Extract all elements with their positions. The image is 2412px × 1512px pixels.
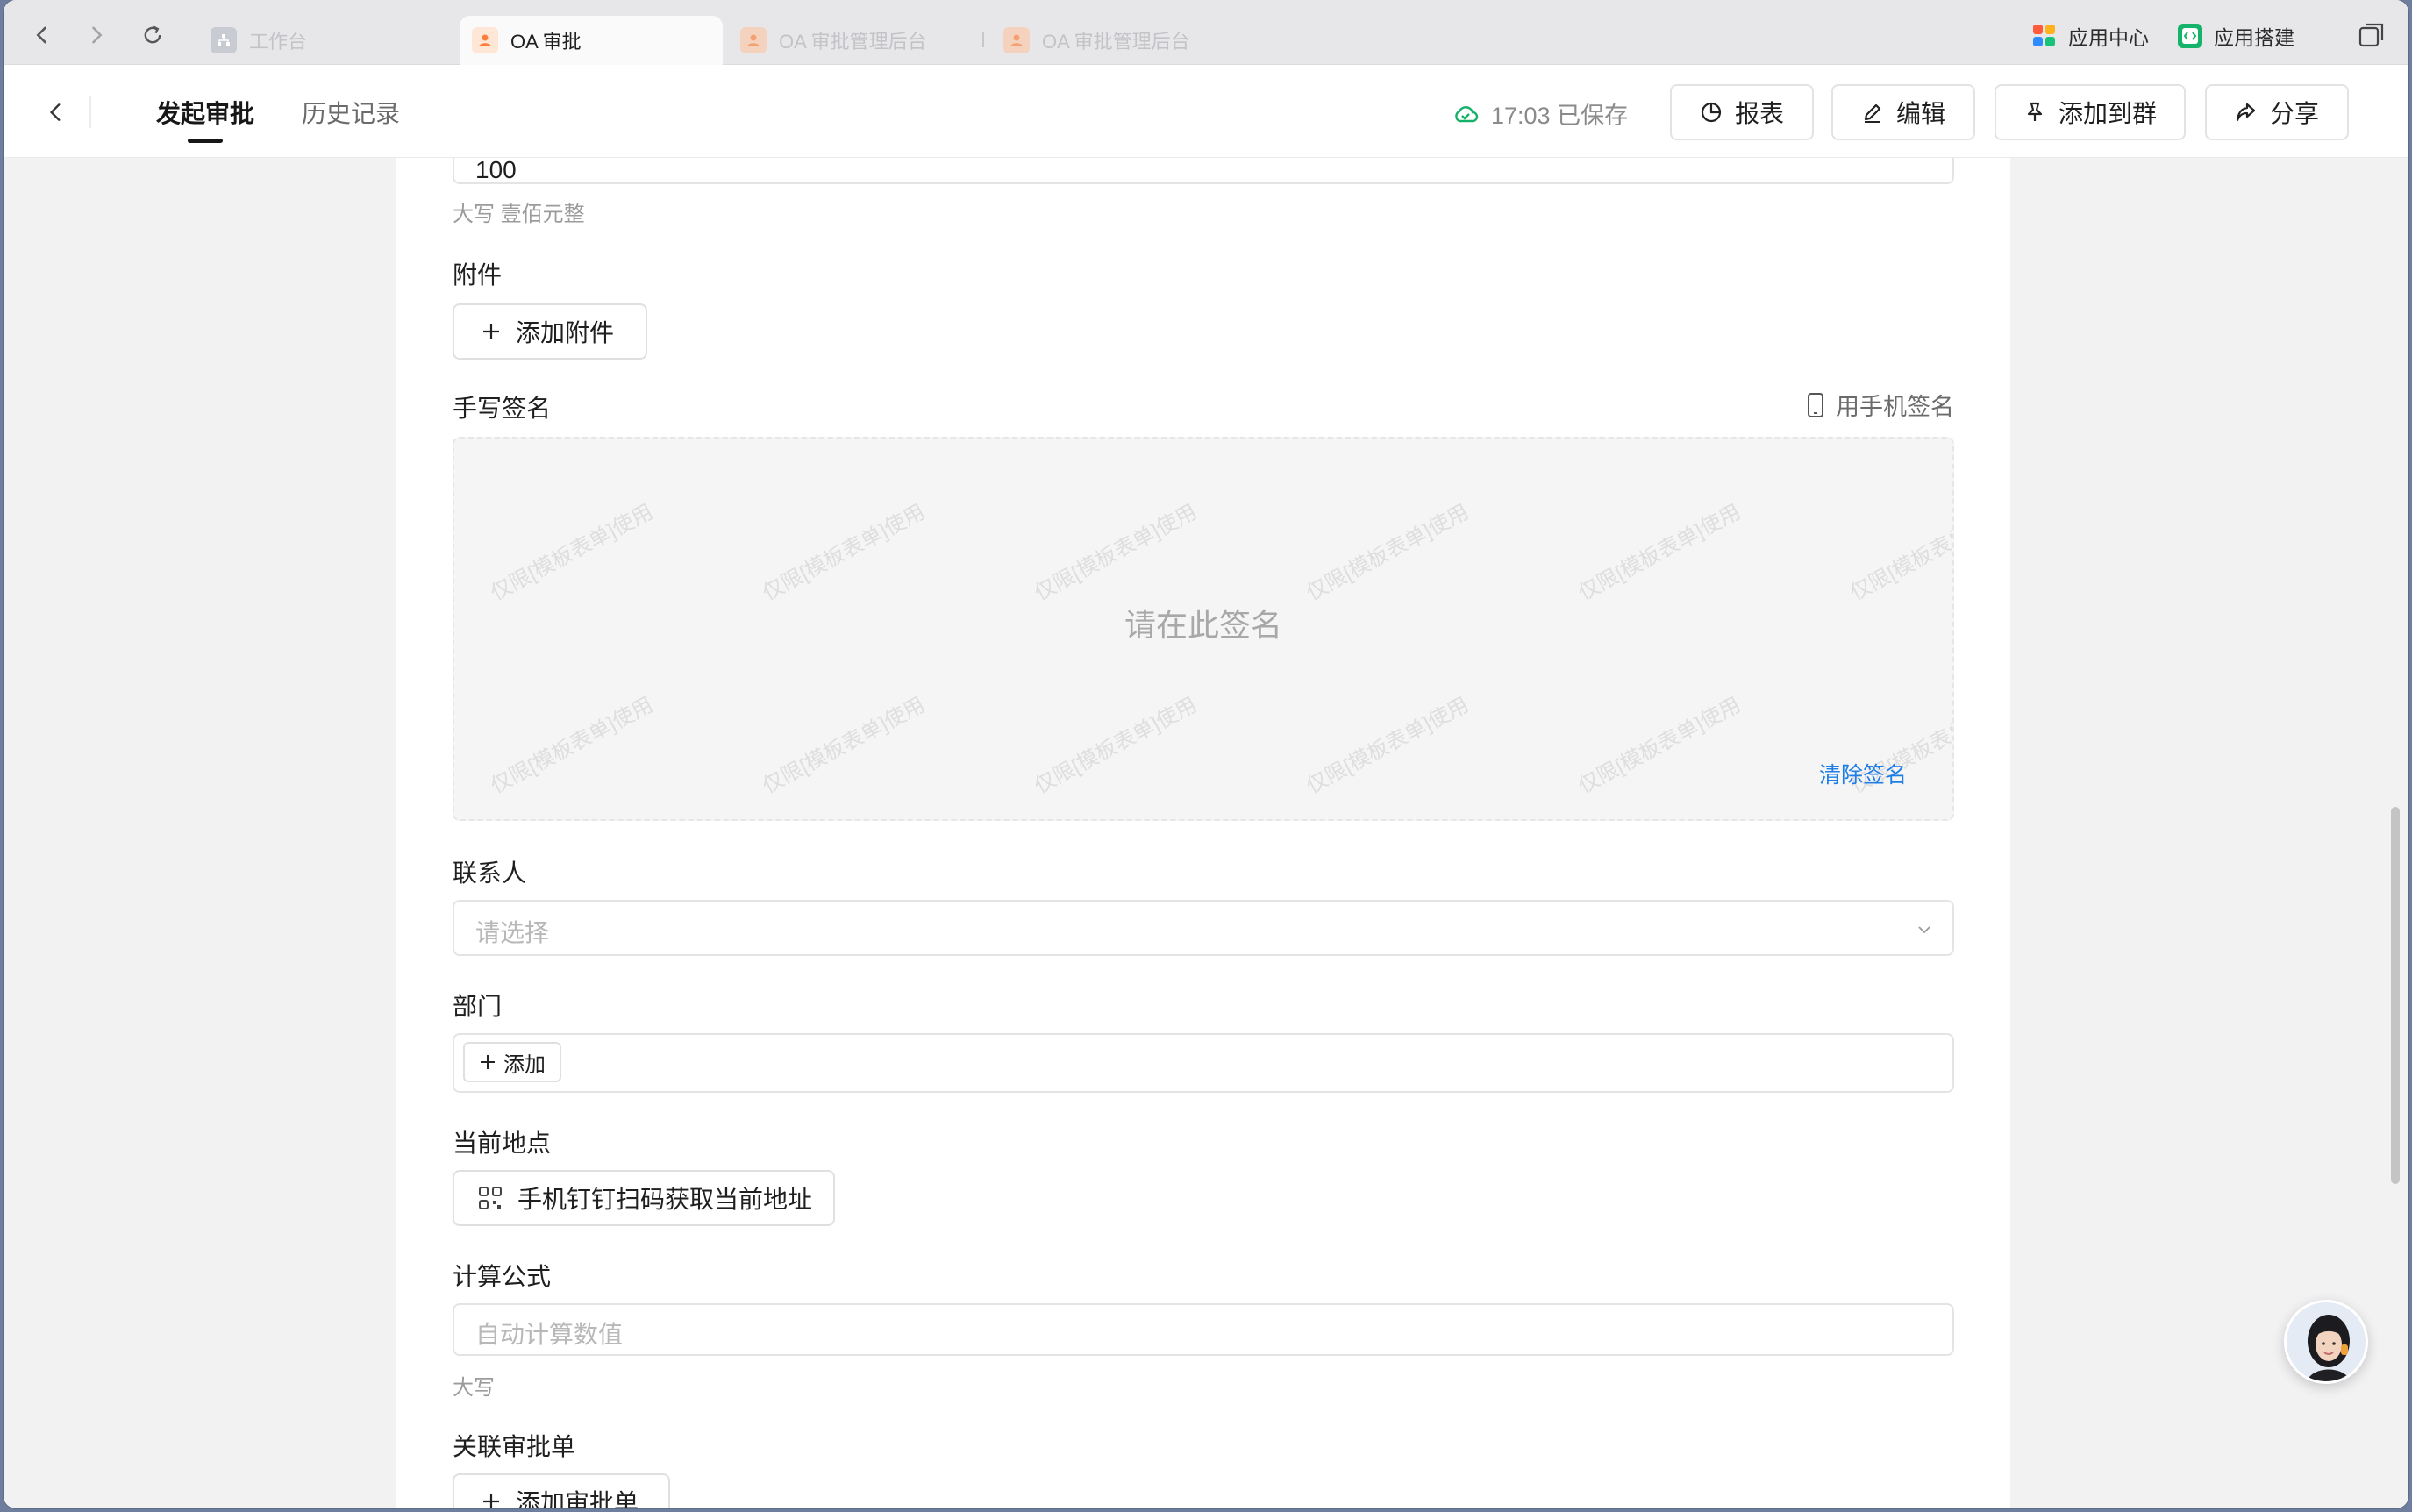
plus-icon: [483, 1494, 499, 1508]
oa-approval-icon: [472, 27, 498, 53]
add-to-group-label: 添加到群: [2058, 100, 2157, 127]
workbench-icon: [211, 27, 237, 53]
tab-separator: [982, 32, 984, 47]
back-icon[interactable]: [39, 95, 74, 130]
tab-label: OA 审批管理后台: [779, 31, 927, 53]
contact-label: 联系人: [453, 859, 527, 887]
share-icon: [2236, 103, 2256, 122]
scan-location-button[interactable]: 手机钉钉扫码获取当前地址: [453, 1170, 835, 1226]
tab-oa-admin-2[interactable]: OA 审批管理后台: [991, 16, 1245, 65]
active-tab-indicator: [188, 139, 223, 143]
related-approval-label: 关联审批单: [453, 1433, 576, 1460]
add-related-approval-label: 添加审批单: [516, 1489, 639, 1508]
watermark: 仅限[模板表单]使用: [487, 693, 658, 799]
app-center-label: 应用中心: [2068, 26, 2149, 49]
formula-uppercase: 大写: [453, 1376, 495, 1400]
save-status-text: 17:03 已保存: [1491, 103, 1629, 129]
phone-sign-button[interactable]: 用手机签名: [1806, 388, 1954, 422]
tab-start-approval[interactable]: 发起审批: [156, 95, 254, 130]
plus-icon: [483, 324, 499, 339]
approval-form: 100 大写 壹佰元整 附件 添加附件 手写签名 用手机签名 仅限[模板表单]使…: [396, 158, 2010, 1508]
app-builder-label: 应用搭建: [2214, 26, 2294, 49]
formula-placeholder: 自动计算数值: [475, 1321, 624, 1348]
app-center-button[interactable]: 应用中心: [2031, 21, 2149, 51]
watermark: 仅限[模板表单]使用: [1846, 500, 1954, 606]
watermark: 仅限[模板表单]使用: [1302, 693, 1474, 799]
department-field: 添加: [453, 1033, 1954, 1093]
watermark: 仅限[模板表单]使用: [1031, 693, 1202, 799]
back-arrow-icon[interactable]: [26, 19, 58, 51]
oa-approval-icon: [1003, 27, 1030, 53]
location-label: 当前地点: [453, 1130, 552, 1157]
page-header: 发起审批 历史记录 17:03 已保存 报表 编辑 添加到群 分享: [4, 65, 2408, 158]
cloud-check-icon: [1455, 105, 1479, 122]
watermark: 仅限[模板表单]使用: [1574, 693, 1745, 799]
watermark: 仅限[模板表单]使用: [1574, 500, 1745, 606]
add-attachment-button[interactable]: 添加附件: [453, 303, 647, 360]
contact-placeholder: 请选择: [475, 919, 550, 946]
watermark: 仅限[模板表单]使用: [487, 500, 658, 606]
tab-oa-approval[interactable]: OA 审批: [460, 16, 723, 65]
scrollbar[interactable]: [2391, 807, 2400, 1184]
reload-icon[interactable]: [137, 19, 168, 51]
add-to-group-button[interactable]: 添加到群: [1995, 84, 2186, 140]
tab-oa-admin-1[interactable]: OA 审批管理后台: [728, 16, 982, 65]
add-department-button[interactable]: 添加: [463, 1042, 561, 1082]
formula-input[interactable]: 自动计算数值: [453, 1303, 1954, 1356]
add-department-label: 添加: [503, 1052, 546, 1077]
report-button[interactable]: 报表: [1670, 84, 1814, 140]
tab-label: OA 审批管理后台: [1042, 31, 1190, 53]
watermark: 仅限[模板表单]使用: [1302, 500, 1474, 606]
pin-icon: [2027, 102, 2043, 121]
share-label: 分享: [2269, 100, 2319, 127]
edit-button[interactable]: 编辑: [1831, 84, 1975, 140]
signature-pad[interactable]: 仅限[模板表单]使用 仅限[模板表单]使用 仅限[模板表单]使用 仅限[模板表单…: [453, 437, 1954, 821]
header-divider: [89, 96, 91, 128]
department-label: 部门: [453, 993, 503, 1020]
app-builder-icon: [2178, 24, 2202, 48]
new-window-icon[interactable]: [2358, 21, 2386, 49]
amount-uppercase: 大写 壹佰元整: [453, 203, 585, 226]
report-icon: [1701, 102, 1722, 123]
add-related-approval-button[interactable]: 添加审批单: [453, 1473, 670, 1508]
contact-select[interactable]: 请选择: [453, 900, 1954, 956]
clear-signature-link[interactable]: 清除签名: [1819, 758, 1907, 789]
app-builder-button[interactable]: 应用搭建: [2177, 21, 2294, 51]
phone-sign-label: 用手机签名: [1836, 394, 1954, 420]
watermark: 仅限[模板表单]使用: [759, 500, 930, 606]
app-center-icon: [2033, 25, 2055, 46]
signature-label: 手写签名: [453, 395, 552, 422]
browser-tab-bar: 工作台 OA 审批 OA 审批管理后台 OA 审批管理后台 应用中心 应用搭建: [4, 0, 2408, 65]
forward-arrow-icon[interactable]: [81, 19, 112, 51]
amount-input[interactable]: 100: [453, 158, 1954, 184]
edit-icon: [1864, 103, 1881, 123]
share-button[interactable]: 分享: [2205, 84, 2349, 140]
tab-label: OA 审批: [510, 31, 582, 53]
oa-approval-icon: [740, 27, 767, 53]
scan-location-label: 手机钉钉扫码获取当前地址: [517, 1186, 813, 1213]
tab-history[interactable]: 历史记录: [302, 95, 400, 130]
watermark: 仅限[模板表单]使用: [759, 693, 930, 799]
browser-window: 工作台 OA 审批 OA 审批管理后台 OA 审批管理后台 应用中心 应用搭建 …: [4, 0, 2408, 1508]
formula-label: 计算公式: [453, 1263, 552, 1290]
tab-workbench[interactable]: 工作台: [198, 16, 453, 65]
save-status: 17:03 已保存: [1452, 96, 1628, 131]
phone-icon: [1808, 392, 1823, 417]
add-attachment-label: 添加附件: [516, 319, 615, 346]
tab-label: 工作台: [249, 31, 308, 53]
report-label: 报表: [1734, 100, 1784, 127]
amount-value: 100: [475, 158, 517, 183]
chevron-down-icon: [1918, 926, 1930, 934]
signature-placeholder: 请在此签名: [1124, 607, 1282, 643]
plus-icon: [481, 1055, 495, 1069]
assistant-avatar[interactable]: [2284, 1300, 2368, 1384]
qr-code-icon: [479, 1187, 502, 1209]
attachment-label: 附件: [453, 261, 503, 289]
edit-label: 编辑: [1895, 100, 1945, 127]
watermark: 仅限[模板表单]使用: [1031, 500, 1202, 606]
